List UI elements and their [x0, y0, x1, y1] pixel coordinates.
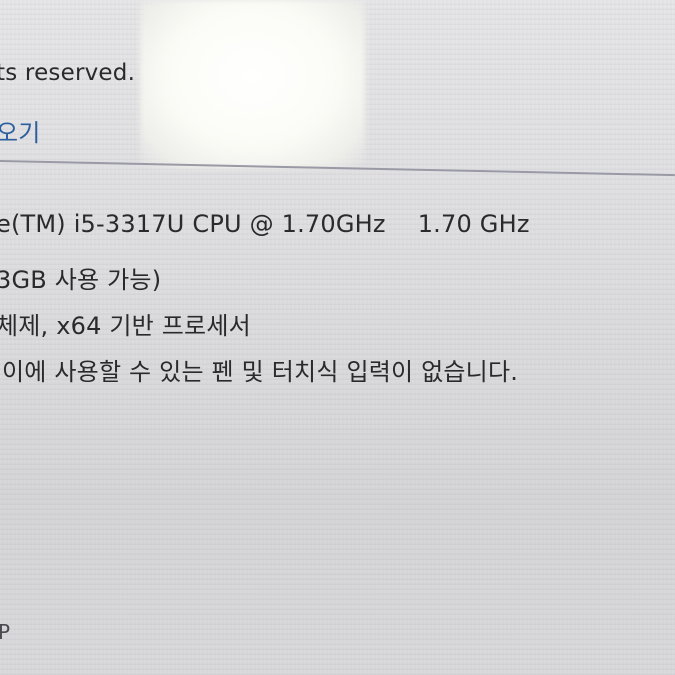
copyright-text: ts reserved. — [0, 60, 136, 86]
system-properties-window: ts reserved. 오기 e(TM) i5-3317U CPU @ 1.7… — [0, 0, 675, 675]
processor-row: e(TM) i5-3317U CPU @ 1.70GHz 1.70 GHz — [0, 210, 530, 238]
screen-glare — [140, 0, 365, 168]
pen-touch-value: 이에 사용할 수 있는 펜 및 터치식 입력이 없습니다. — [2, 358, 519, 386]
ram-value: 3GB 사용 가능) — [0, 266, 162, 294]
bottom-text-fragment: P — [0, 620, 11, 644]
processor-value: e(TM) i5-3317U CPU @ 1.70GHz — [0, 210, 386, 238]
more-info-link[interactable]: 오기 — [0, 113, 41, 148]
system-type-value: 체제, x64 기반 프로세서 — [0, 312, 251, 340]
processor-speed: 1.70 GHz — [417, 210, 530, 238]
